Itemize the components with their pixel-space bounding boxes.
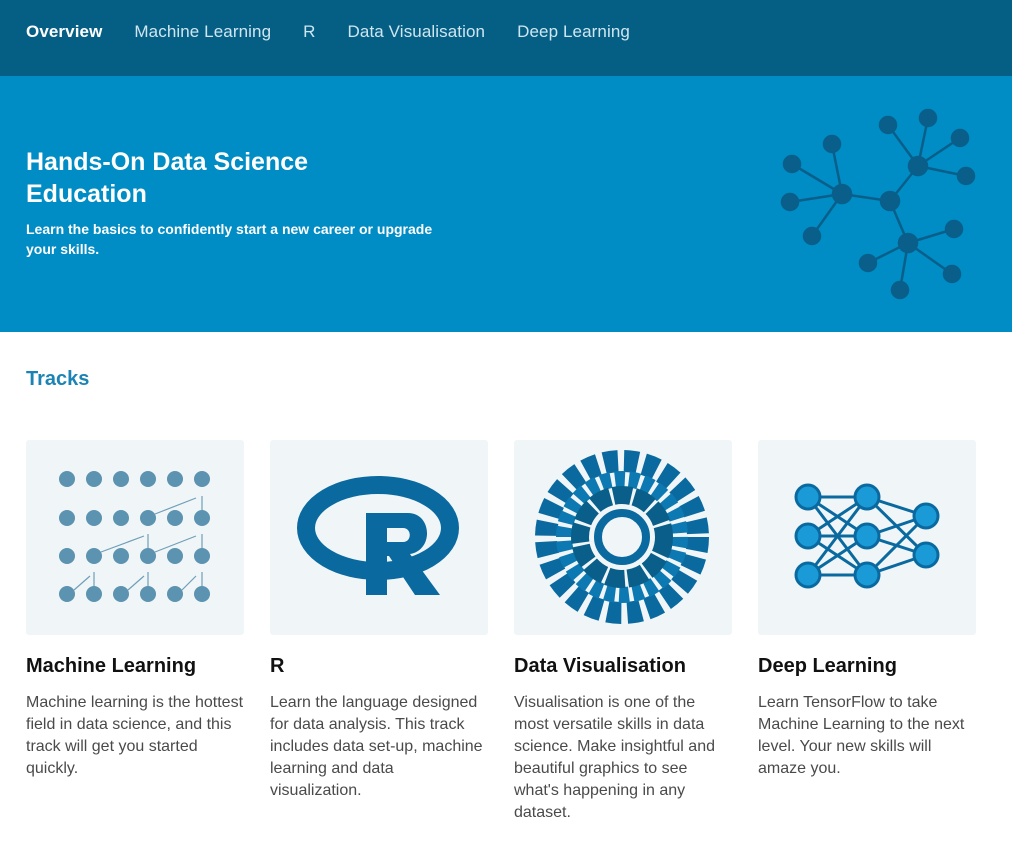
track-description: Visualisation is one of the most versati…	[514, 694, 715, 821]
nav-deep-learning[interactable]: Deep Learning	[517, 22, 630, 42]
track-thumbnail[interactable]	[270, 440, 488, 635]
track-title[interactable]: Deep Learning	[758, 655, 978, 678]
track-thumbnail[interactable]	[26, 440, 244, 635]
track-card-deep-learning[interactable]: Deep Learning Learn TensorFlow to take M…	[758, 440, 978, 780]
tracks-heading: Tracks	[26, 368, 90, 390]
nav-overview[interactable]: Overview	[26, 22, 102, 42]
neural-network-icon	[794, 483, 940, 589]
hero-banner: Hands-On Data Science Education Learn th…	[0, 76, 1012, 332]
nav-machine-learning[interactable]: Machine Learning	[134, 22, 271, 42]
track-thumbnail[interactable]	[758, 440, 976, 635]
nav-r[interactable]: R	[303, 22, 315, 42]
r-logo-icon	[297, 476, 459, 595]
track-description: Learn the language designed for data ana…	[270, 694, 483, 799]
top-navigation: Overview Machine Learning R Data Visuali…	[0, 0, 1012, 76]
track-description: Machine learning is the hottest field in…	[26, 694, 244, 777]
track-thumbnail[interactable]	[514, 440, 732, 635]
track-card-machine-learning[interactable]: Machine Learning Machine learning is the…	[26, 440, 246, 780]
hero-subtitle: Learn the basics to confidently start a …	[26, 221, 433, 257]
radial-chart-icon	[535, 450, 709, 624]
track-title[interactable]: Machine Learning	[26, 655, 246, 678]
nav-data-visualisation[interactable]: Data Visualisation	[348, 22, 486, 42]
network-graph-icon	[780, 108, 976, 300]
hero-title: Hands-On Data Science Education	[26, 148, 309, 208]
track-title[interactable]: Data Visualisation	[514, 655, 734, 678]
track-card-r[interactable]: R Learn the language designed for data a…	[270, 440, 490, 802]
track-card-data-visualisation[interactable]: Data Visualisation Visualisation is one …	[514, 440, 734, 824]
track-description: Learn TensorFlow to take Machine Learnin…	[758, 694, 965, 777]
track-title[interactable]: R	[270, 655, 490, 678]
dots-grid-icon	[59, 471, 210, 602]
